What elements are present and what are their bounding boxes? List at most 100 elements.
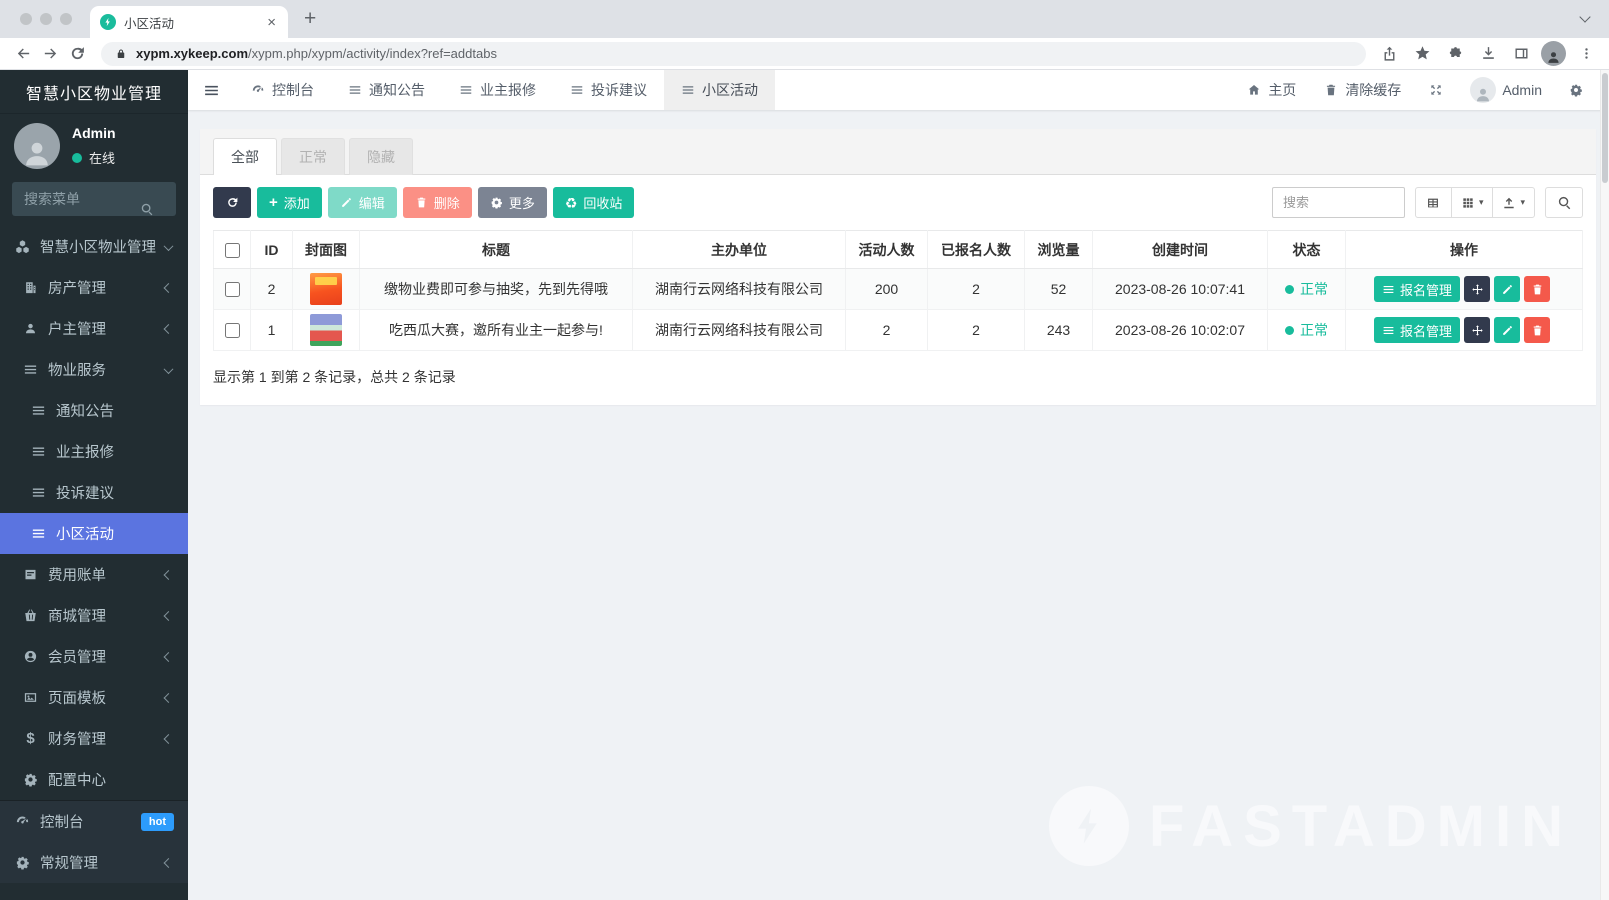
cell-participants: 2: [845, 309, 928, 351]
nav-tab[interactable]: 控制台: [234, 70, 331, 110]
edit-row-button[interactable]: [1494, 276, 1520, 302]
extensions-puzzle-icon[interactable]: [1442, 41, 1468, 67]
nav-tab[interactable]: 小区活动: [664, 70, 775, 110]
gear-icon: [1568, 83, 1584, 97]
sidebar-item[interactable]: 投诉建议: [0, 472, 188, 513]
scrollbar[interactable]: [1600, 70, 1609, 900]
tab-close-icon[interactable]: ×: [265, 14, 278, 31]
sidebar-item[interactable]: 页面模板: [0, 677, 188, 718]
window-minimize-button[interactable]: [40, 13, 52, 25]
admin-user-menu[interactable]: Admin: [1457, 70, 1555, 110]
browser-menu-dots-icon[interactable]: [1573, 41, 1599, 67]
sidebar-search: [12, 182, 176, 216]
refresh-button[interactable]: [213, 187, 251, 218]
search-submit-button[interactable]: [1545, 187, 1583, 218]
filter-tab[interactable]: 隐藏: [349, 138, 413, 175]
fullscreen-button[interactable]: [1414, 70, 1457, 110]
downloads-icon[interactable]: [1475, 41, 1501, 67]
column-header: 状态: [1267, 230, 1346, 269]
edit-button[interactable]: 编辑: [327, 187, 397, 218]
delete-row-button[interactable]: [1524, 276, 1550, 302]
sidebar-item[interactable]: 商城管理: [0, 595, 188, 636]
recycle-bin-button[interactable]: ♻ 回收站: [552, 187, 635, 218]
top-navbar: 控制台 通知公告 业主报修 投诉建议 小区活动 主页 清除缓存 Admin: [188, 70, 1609, 110]
forward-button[interactable]: [37, 40, 64, 67]
signup-manage-button[interactable]: 报名管理: [1373, 276, 1460, 302]
bookmark-star-icon[interactable]: [1409, 41, 1435, 67]
window-controls[interactable]: [0, 13, 90, 25]
status-badge: 正常: [1285, 279, 1328, 299]
nav-tab[interactable]: 投诉建议: [553, 70, 664, 110]
row-checkbox[interactable]: [224, 282, 240, 298]
signup-manage-button[interactable]: 报名管理: [1373, 317, 1460, 343]
column-header: 主办单位: [632, 230, 846, 269]
bars-icon: [1382, 324, 1395, 337]
sidebar-item[interactable]: 智慧小区物业管理: [0, 226, 188, 267]
sidebar-item-label: 小区活动: [56, 527, 114, 543]
delete-row-button[interactable]: [1524, 317, 1550, 343]
delete-button[interactable]: 删除: [402, 187, 472, 218]
data-panel: 全部正常隐藏 +添加 编辑 删除 更多 ♻回收站 ▾: [200, 129, 1596, 405]
move-icon: [1471, 324, 1484, 337]
nav-tab[interactable]: 业主报修: [442, 70, 553, 110]
cover-image[interactable]: [310, 273, 342, 305]
sidebar-item[interactable]: 费用账单: [0, 554, 188, 595]
back-button[interactable]: [10, 40, 37, 67]
sidebar-item[interactable]: 常规管理: [0, 842, 188, 883]
edit-row-button[interactable]: [1494, 317, 1520, 343]
sidebar-item[interactable]: $ 财务管理: [0, 718, 188, 759]
window-zoom-button[interactable]: [60, 13, 72, 25]
move-icon: [1471, 283, 1484, 296]
clear-cache-button[interactable]: 清除缓存: [1309, 70, 1414, 110]
caret-down-icon: ▾: [1478, 197, 1484, 207]
tab-search-chevron-icon[interactable]: [1579, 11, 1591, 23]
chevron-left-icon: [163, 733, 174, 744]
address-bar[interactable]: xypm.xykeep.com/xypm.php/xypm/activity/i…: [101, 41, 1366, 66]
side-panel-icon[interactable]: [1508, 41, 1534, 67]
export-button[interactable]: ▾: [1492, 187, 1535, 218]
scrollbar-thumb[interactable]: [1602, 73, 1608, 183]
sidebar-toggle-button[interactable]: [188, 70, 234, 110]
sidebar-item[interactable]: 通知公告: [0, 390, 188, 431]
add-button[interactable]: + 添加: [257, 187, 322, 218]
sidebar-item[interactable]: 小区活动: [0, 513, 188, 554]
sidebar-item[interactable]: 户主管理: [0, 308, 188, 349]
sidebar-item-label: 投诉建议: [56, 486, 114, 502]
nav-tab-label: 投诉建议: [591, 82, 647, 98]
row-checkbox[interactable]: [224, 323, 240, 339]
bars-icon: [1382, 283, 1395, 296]
more-button[interactable]: 更多: [477, 187, 547, 218]
table-row: 1 吃西瓜大赛，邀所有业主一起参与! 湖南行云网络科技有限公司 2 2 243 2023-0…: [213, 309, 1583, 351]
nav-tab-label: 业主报修: [480, 82, 536, 98]
window-close-button[interactable]: [20, 13, 32, 25]
move-button[interactable]: [1464, 276, 1490, 302]
toggle-view-button[interactable]: [1414, 187, 1452, 218]
nav-tab[interactable]: 通知公告: [331, 70, 442, 110]
column-header: 操作: [1345, 230, 1583, 269]
table-search-input[interactable]: [1271, 187, 1405, 218]
filter-tab[interactable]: 全部: [213, 138, 277, 175]
columns-button[interactable]: ▾: [1450, 187, 1494, 218]
cell-id: 2: [250, 268, 293, 310]
move-button[interactable]: [1464, 317, 1490, 343]
reload-button[interactable]: [64, 40, 91, 67]
cover-image[interactable]: [310, 314, 342, 346]
trash-icon: [1531, 324, 1544, 337]
new-tab-button[interactable]: +: [304, 7, 316, 31]
share-icon[interactable]: [1376, 41, 1402, 67]
chevron-left-icon: [163, 323, 174, 334]
settings-gear-button[interactable]: [1555, 70, 1597, 110]
sidebar-item[interactable]: 业主报修: [0, 431, 188, 472]
nav-tab-label: 通知公告: [369, 82, 425, 98]
browser-tab[interactable]: 小区活动 ×: [90, 6, 288, 38]
select-all-checkbox[interactable]: [224, 242, 240, 258]
browser-profile-avatar[interactable]: [1541, 41, 1566, 66]
sidebar-item[interactable]: 配置中心: [0, 759, 188, 800]
sidebar-item[interactable]: 控制台 hot: [0, 801, 188, 842]
sidebar-item[interactable]: 物业服务: [0, 349, 188, 390]
filter-tab[interactable]: 正常: [281, 138, 345, 175]
sidebar-item[interactable]: 会员管理: [0, 636, 188, 677]
sidebar-item-label: 房产管理: [48, 281, 106, 297]
home-link[interactable]: 主页: [1232, 70, 1309, 110]
sidebar-item[interactable]: 房产管理: [0, 267, 188, 308]
